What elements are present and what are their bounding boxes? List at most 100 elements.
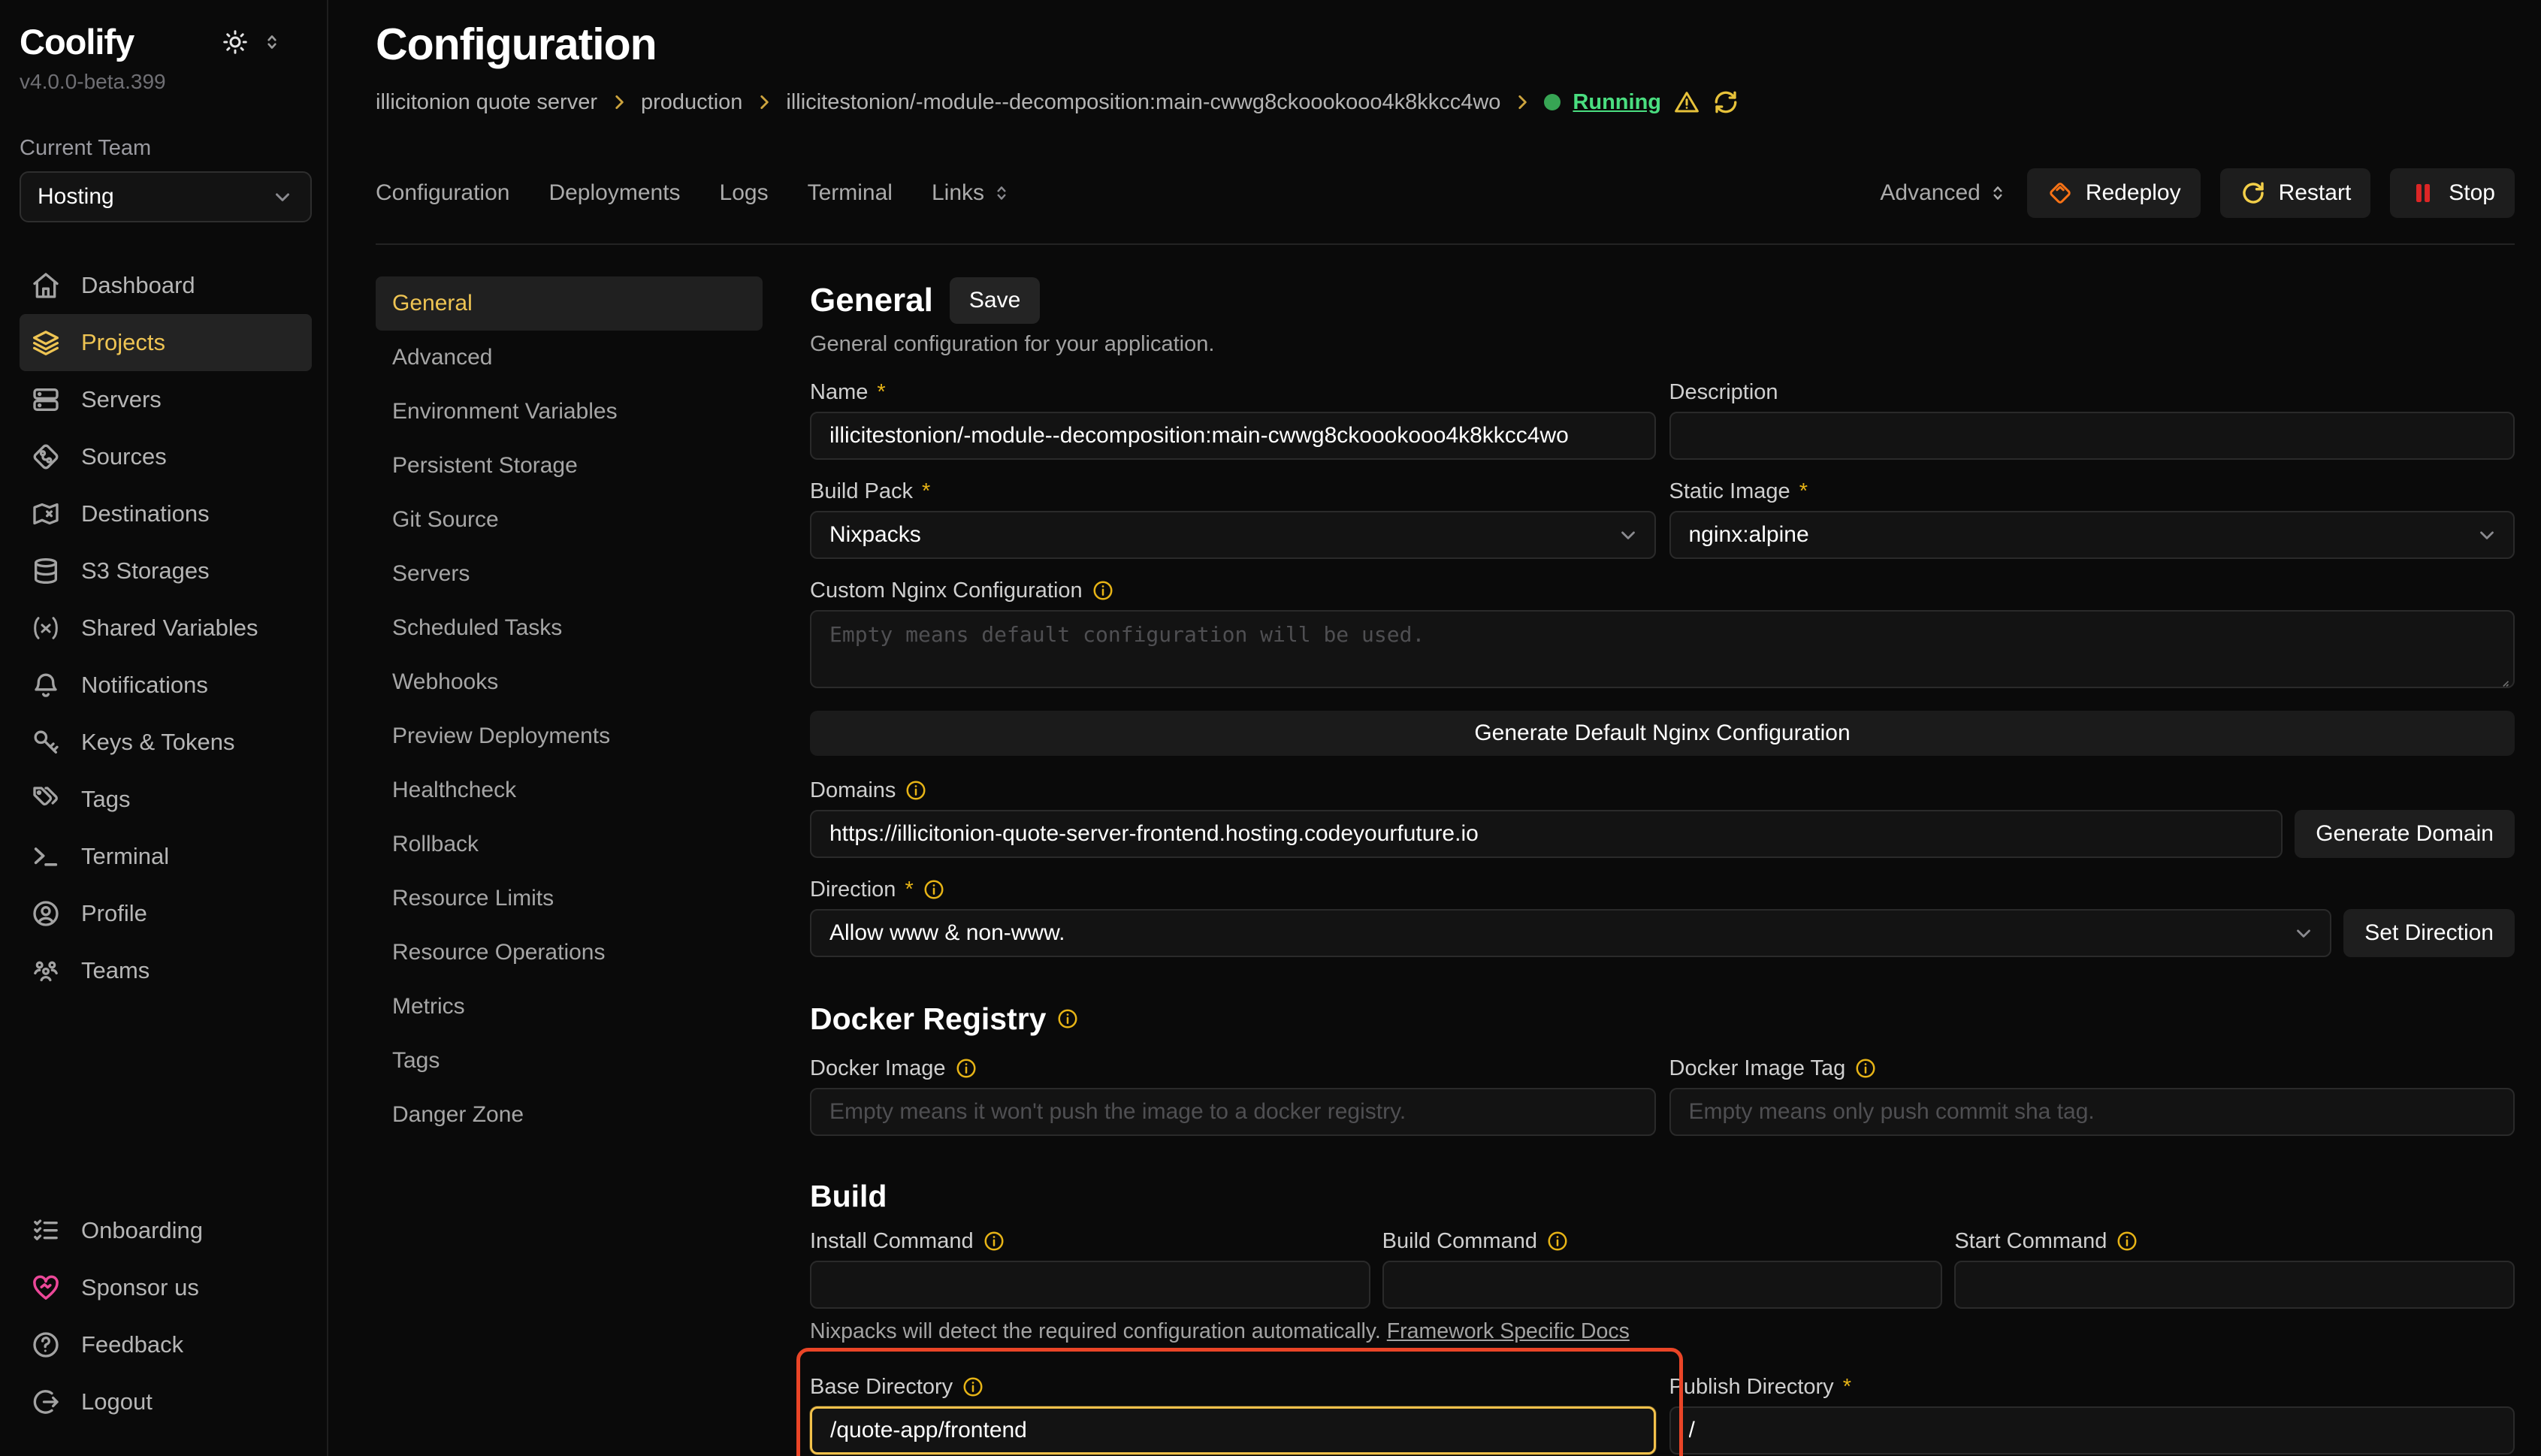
set-direction-button[interactable]: Set Direction — [2343, 909, 2515, 957]
warning-triangle-icon[interactable] — [1673, 89, 1700, 116]
tab-links[interactable]: Links — [932, 180, 1011, 206]
required-mark: * — [1799, 479, 1808, 504]
info-icon[interactable] — [1092, 579, 1114, 602]
subnav-git-source[interactable]: Git Source — [376, 493, 763, 547]
subnav-general[interactable]: General — [376, 276, 763, 331]
domains-label: Domains — [810, 778, 896, 803]
user-circle-icon — [30, 898, 62, 929]
info-icon[interactable] — [955, 1057, 977, 1080]
subnav-healthcheck[interactable]: Healthcheck — [376, 763, 763, 817]
publish-directory-input[interactable] — [1669, 1406, 2515, 1454]
coolify-app: Coolify v4.0.0-beta.399 Current Team Hos… — [0, 0, 2541, 1456]
sidebar-item-s3-storages[interactable]: S3 Storages — [20, 542, 312, 600]
info-icon[interactable] — [983, 1230, 1005, 1252]
build-pack-select[interactable] — [810, 511, 1656, 559]
configuration-content: General Advanced Environment Variables P… — [376, 245, 2515, 1456]
sidebar-item-sponsor[interactable]: Sponsor us — [20, 1259, 312, 1316]
save-button[interactable]: Save — [950, 277, 1040, 324]
install-command-input[interactable] — [810, 1261, 1370, 1309]
static-image-select[interactable] — [1669, 511, 2515, 559]
info-icon[interactable] — [962, 1376, 984, 1398]
general-heading: General — [810, 282, 933, 319]
name-input[interactable] — [810, 412, 1656, 460]
sidebar-item-keys-tokens[interactable]: Keys & Tokens — [20, 714, 312, 771]
status-running-link[interactable]: Running — [1573, 90, 1661, 115]
subnav-resource-operations[interactable]: Resource Operations — [376, 926, 763, 980]
sidebar-item-terminal[interactable]: Terminal — [20, 828, 312, 885]
base-directory-input[interactable] — [810, 1406, 1656, 1454]
subnav-tags[interactable]: Tags — [376, 1034, 763, 1088]
tab-configuration[interactable]: Configuration — [376, 180, 509, 206]
generate-domain-button[interactable]: Generate Domain — [2295, 810, 2515, 858]
users-icon — [30, 955, 62, 986]
advanced-toggle[interactable]: Advanced — [1880, 180, 2007, 206]
generate-nginx-button[interactable]: Generate Default Nginx Configuration — [810, 711, 2515, 756]
status-dot — [1544, 94, 1561, 110]
refresh-icon[interactable] — [1712, 89, 1739, 116]
sidebar-item-projects[interactable]: Projects — [20, 314, 312, 371]
framework-docs-link[interactable]: Framework Specific Docs — [1387, 1319, 1630, 1343]
nginx-config-label: Custom Nginx Configuration — [810, 578, 1083, 603]
breadcrumb-environment[interactable]: production — [641, 90, 742, 115]
tab-deployments[interactable]: Deployments — [548, 180, 680, 206]
docker-image-tag-input[interactable] — [1669, 1088, 2515, 1136]
info-icon[interactable] — [2116, 1230, 2138, 1252]
restart-button[interactable]: Restart — [2220, 168, 2371, 218]
build-command-input[interactable] — [1382, 1261, 1943, 1309]
subnav-persistent-storage[interactable]: Persistent Storage — [376, 439, 763, 493]
chevron-right-icon — [609, 92, 629, 112]
subnav-scheduled-tasks[interactable]: Scheduled Tasks — [376, 601, 763, 655]
direction-select[interactable] — [810, 909, 2331, 957]
nginx-config-textarea[interactable] — [810, 610, 2515, 688]
install-command-label: Install Command — [810, 1229, 974, 1254]
subnav-advanced[interactable]: Advanced — [376, 331, 763, 385]
sidebar-item-logout[interactable]: Logout — [20, 1373, 312, 1430]
breadcrumb-application[interactable]: illicitestonion/-module--decomposition:m… — [786, 90, 1500, 115]
domains-input[interactable] — [810, 810, 2283, 858]
info-icon[interactable] — [923, 878, 945, 901]
tab-terminal[interactable]: Terminal — [808, 180, 893, 206]
sidebar-item-shared-variables[interactable]: Shared Variables — [20, 600, 312, 657]
sidebar-item-destinations[interactable]: Destinations — [20, 485, 312, 542]
subnav-webhooks[interactable]: Webhooks — [376, 655, 763, 709]
theme-sun-icon[interactable] — [222, 29, 249, 56]
docker-image-label: Docker Image — [810, 1056, 946, 1081]
checklist-icon — [30, 1215, 62, 1246]
sidebar-item-feedback[interactable]: Feedback — [20, 1316, 312, 1373]
subnav-servers[interactable]: Servers — [376, 547, 763, 601]
info-icon[interactable] — [1546, 1230, 1569, 1252]
base-directory-label: Base Directory — [810, 1375, 953, 1400]
docker-image-input[interactable] — [810, 1088, 1656, 1136]
team-select[interactable]: Hosting — [20, 171, 312, 222]
info-icon[interactable] — [1854, 1057, 1877, 1080]
sidebar-item-dashboard[interactable]: Dashboard — [20, 257, 312, 314]
restart-icon — [2240, 180, 2267, 207]
sidebar-item-servers[interactable]: Servers — [20, 371, 312, 428]
stop-button[interactable]: Stop — [2390, 168, 2515, 218]
breadcrumb-project[interactable]: illicitonion quote server — [376, 90, 597, 115]
info-icon[interactable] — [1056, 1007, 1079, 1030]
redeploy-button[interactable]: Redeploy — [2027, 168, 2201, 218]
sidebar-item-teams[interactable]: Teams — [20, 942, 312, 999]
start-command-label: Start Command — [1954, 1229, 2107, 1254]
subnav-preview-deployments[interactable]: Preview Deployments — [376, 709, 763, 763]
subnav-danger-zone[interactable]: Danger Zone — [376, 1088, 763, 1142]
sidebar-item-tags[interactable]: Tags — [20, 771, 312, 828]
tab-logs[interactable]: Logs — [720, 180, 769, 206]
start-command-input[interactable] — [1954, 1261, 2515, 1309]
sidebar-item-onboarding[interactable]: Onboarding — [20, 1202, 312, 1259]
description-input[interactable] — [1669, 412, 2515, 460]
required-mark: * — [905, 878, 913, 902]
info-icon[interactable] — [905, 779, 927, 802]
subnav-metrics[interactable]: Metrics — [376, 980, 763, 1034]
team-select-value: Hosting — [38, 184, 114, 210]
sidebar-item-sources[interactable]: Sources — [20, 428, 312, 485]
subnav-environment-variables[interactable]: Environment Variables — [376, 385, 763, 439]
sidebar-item-notifications[interactable]: Notifications — [20, 657, 312, 714]
sidebar-item-profile[interactable]: Profile — [20, 885, 312, 942]
subnav-rollback[interactable]: Rollback — [376, 817, 763, 871]
subnav-resource-limits[interactable]: Resource Limits — [376, 871, 763, 926]
theme-selector-chevrons-icon[interactable] — [262, 32, 282, 52]
layers-icon — [30, 327, 62, 358]
chevron-right-icon — [1512, 92, 1532, 112]
